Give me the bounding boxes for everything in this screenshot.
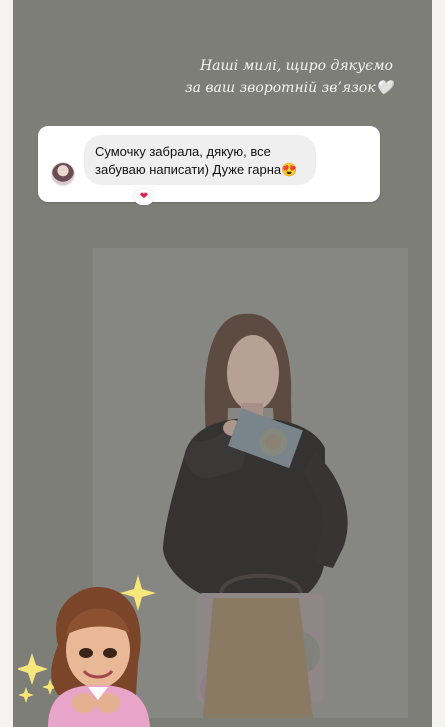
comment-text-line-1: Сумочку забрала, дякую, все <box>95 144 271 159</box>
comment-text: Сумочку забрала, дякую, все забуваю напи… <box>95 143 313 179</box>
comment-bubble: Сумочку забрала, дякую, все забуваю напи… <box>84 135 316 205</box>
heart-reaction-icon[interactable]: ❤ <box>134 189 154 205</box>
memoji-sticker[interactable] <box>16 575 168 727</box>
caption-line-2: за ваш зворотній зв’язок🤍 <box>163 77 393 99</box>
avatar[interactable] <box>51 162 75 186</box>
white-heart-icon: 🤍 <box>375 80 393 96</box>
story-caption: Наші милі, щиро дякуємо за ваш зворотній… <box>163 55 393 99</box>
comment-card[interactable]: Сумочку забрала, дякую, все забуваю напи… <box>38 126 380 205</box>
story-frame: Наші милі, щиро дякуємо за ваш зворотній… <box>13 0 432 727</box>
heart-eyes-icon: 😍 <box>281 162 298 177</box>
comment-text-line-2: забуваю написати) Дуже гарна <box>95 162 282 177</box>
caption-line-1: Наші милі, щиро дякуємо <box>199 58 393 74</box>
memoji-sticker-illustration <box>16 575 156 727</box>
caption-line-2-text: за ваш зворотній зв’язок <box>184 80 376 96</box>
